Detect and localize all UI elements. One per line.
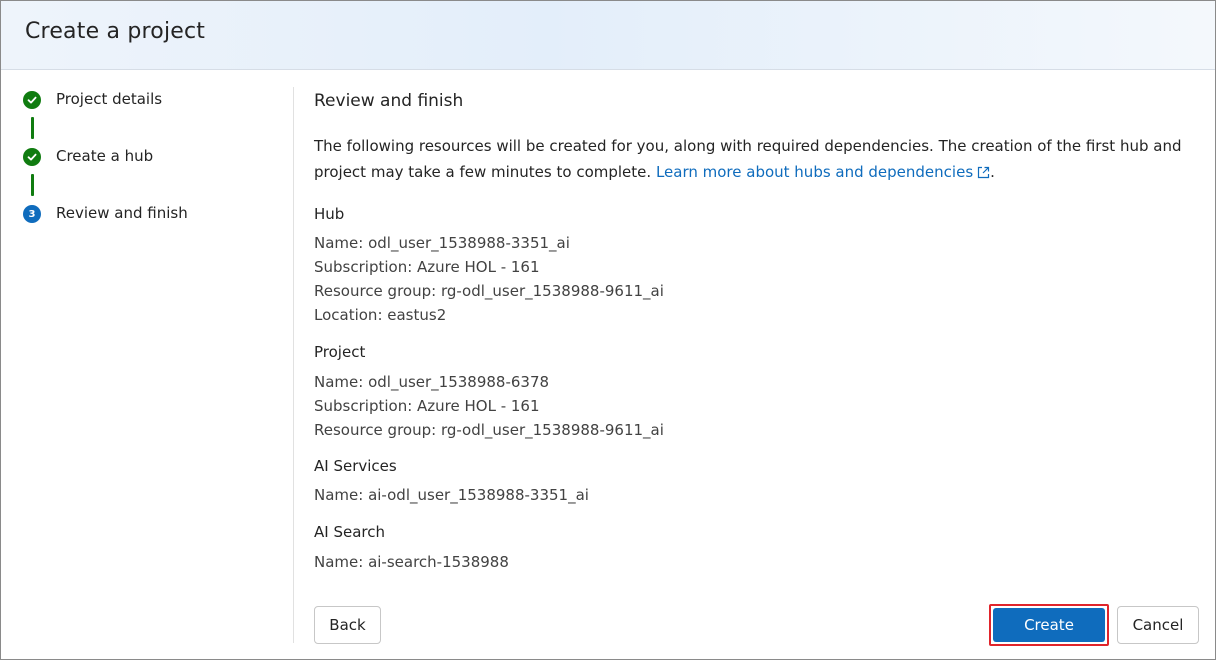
ai-services-name: Name: ai-odl_user_1538988-3351_ai bbox=[314, 486, 589, 504]
wizard-stepper: Project details Create a hub 3 Review an… bbox=[1, 71, 291, 651]
ai-services-title: AI Services bbox=[314, 457, 397, 475]
project-resource-group: Resource group: rg-odl_user_1538988-9611… bbox=[314, 421, 664, 439]
review-description: The following resources will be created … bbox=[314, 133, 1189, 185]
checkmark-icon bbox=[23, 91, 41, 109]
step-label: Create a hub bbox=[56, 147, 154, 165]
hub-resource-group: Resource group: rg-odl_user_1538988-9611… bbox=[314, 282, 664, 300]
project-subscription: Subscription: Azure HOL - 161 bbox=[314, 397, 540, 415]
create-button[interactable]: Create bbox=[993, 608, 1105, 642]
step-connector bbox=[31, 174, 34, 196]
hub-name: Name: odl_user_1538988-3351_ai bbox=[314, 234, 570, 252]
external-link-icon bbox=[978, 166, 990, 179]
cancel-button[interactable]: Cancel bbox=[1117, 606, 1199, 644]
checkmark-icon bbox=[23, 148, 41, 166]
stepper-divider bbox=[293, 87, 294, 643]
hub-location: Location: eastus2 bbox=[314, 306, 447, 324]
step-label: Project details bbox=[56, 90, 163, 108]
hub-title: Hub bbox=[314, 205, 345, 223]
create-project-dialog: Create a project Project details Create … bbox=[0, 0, 1216, 660]
section-title: Review and finish bbox=[314, 91, 464, 111]
dialog-title: Create a project bbox=[25, 19, 206, 44]
learn-more-link[interactable]: Learn more about hubs and dependencies bbox=[656, 163, 990, 181]
ai-search-title: AI Search bbox=[314, 523, 385, 541]
ai-search-name: Name: ai-search-1538988 bbox=[314, 553, 509, 571]
description-end: . bbox=[990, 163, 995, 181]
hub-subscription: Subscription: Azure HOL - 161 bbox=[314, 258, 540, 276]
step-number-badge: 3 bbox=[23, 205, 41, 223]
project-title: Project bbox=[314, 343, 366, 361]
step-connector bbox=[31, 117, 34, 139]
create-button-highlight: Create bbox=[989, 604, 1109, 646]
step-label: Review and finish bbox=[56, 204, 188, 222]
dialog-header: Create a project bbox=[1, 1, 1215, 70]
back-button[interactable]: Back bbox=[314, 606, 381, 644]
project-name: Name: odl_user_1538988-6378 bbox=[314, 373, 550, 391]
